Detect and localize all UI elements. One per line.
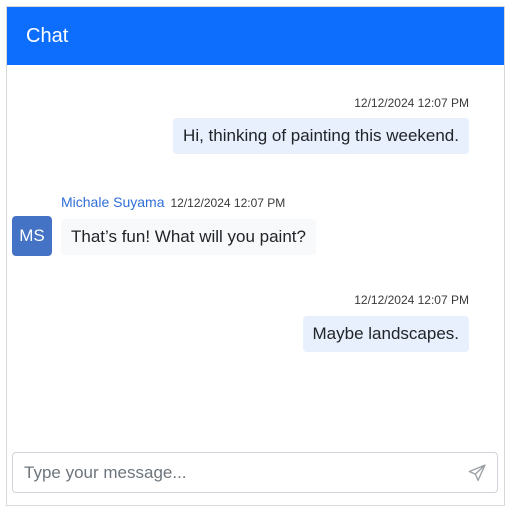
message-header: Michale Suyama 12/12/2024 12:07 PM bbox=[61, 194, 285, 210]
avatar[interactable]: MS bbox=[12, 216, 52, 256]
send-icon[interactable] bbox=[467, 463, 487, 483]
incoming-message-bubble: That’s fun! What will you paint? bbox=[61, 219, 316, 255]
message-input[interactable] bbox=[13, 453, 453, 492]
message-timestamp: 12/12/2024 12:07 PM bbox=[354, 293, 469, 307]
sender-name[interactable]: Michale Suyama bbox=[61, 194, 165, 210]
chat-header: Chat bbox=[7, 7, 504, 65]
chat-title: Chat bbox=[26, 25, 69, 47]
outgoing-message-bubble: Maybe landscapes. bbox=[302, 316, 469, 352]
chat-window: Chat 12/12/2024 12:07 PM Hi, thinking of… bbox=[6, 6, 505, 506]
message-composer bbox=[12, 452, 498, 493]
message-timestamp: 12/12/2024 12:07 PM bbox=[170, 196, 286, 210]
message-timestamp: 12/12/2024 12:07 PM bbox=[354, 96, 469, 110]
outgoing-message-bubble: Hi, thinking of painting this weekend. bbox=[173, 118, 469, 154]
